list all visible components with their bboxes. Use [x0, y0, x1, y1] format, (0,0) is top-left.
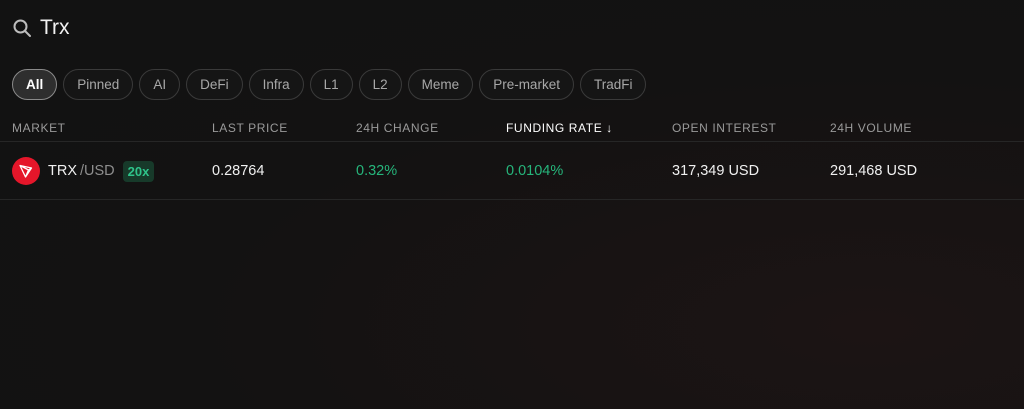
table-header: MARKET LAST PRICE 24H CHANGE FUNDING RAT… [0, 112, 1024, 142]
market-base-symbol: TRX [48, 163, 77, 179]
filter-chip-meme[interactable]: Meme [407, 69, 474, 100]
column-header-24h-change[interactable]: 24H CHANGE [356, 121, 439, 135]
filter-chip-tradfi[interactable]: TradFi [579, 69, 647, 100]
funding-rate-value: 0.0104% [506, 163, 564, 179]
tron-icon [12, 157, 40, 185]
filter-chip-l1[interactable]: L1 [309, 69, 353, 100]
markets-page: All Pinned AI DeFi Infra L1 L2 Meme Pre-… [0, 0, 1024, 409]
last-price-value: 0.28764 [212, 163, 265, 179]
filter-chip-l2[interactable]: L2 [358, 69, 402, 100]
open-interest-value: 317,349 USD [672, 163, 760, 179]
market-cell[interactable]: TRX /USD 20x [12, 157, 155, 185]
filter-chip-pinned[interactable]: Pinned [63, 69, 134, 100]
filter-chip-ai[interactable]: AI [139, 69, 181, 100]
market-quote-symbol: /USD [80, 163, 115, 179]
filter-chip-pre-market[interactable]: Pre-market [479, 69, 574, 100]
column-header-open-interest[interactable]: OPEN INTEREST [672, 121, 776, 135]
column-header-24h-volume[interactable]: 24H VOLUME [830, 121, 912, 135]
leverage-badge: 20x [122, 160, 155, 182]
search-icon [12, 18, 32, 38]
filter-chips: All Pinned AI DeFi Infra L1 L2 Meme Pre-… [12, 69, 647, 100]
column-header-last-price[interactable]: LAST PRICE [212, 121, 288, 135]
search-input[interactable] [40, 14, 340, 42]
filter-chip-defi[interactable]: DeFi [186, 69, 243, 100]
filter-chip-infra[interactable]: Infra [248, 69, 304, 100]
24h-volume-value: 291,468 USD [830, 163, 918, 179]
column-header-market[interactable]: MARKET [12, 121, 66, 135]
filter-chip-all[interactable]: All [12, 69, 58, 100]
search-bar[interactable] [12, 14, 340, 42]
table-row[interactable]: TRX /USD 20x 0.28764 0.32% 0.0104% 317,3… [0, 142, 1024, 200]
column-header-funding-rate[interactable]: FUNDING RATE ↓ [506, 121, 613, 135]
markets-table: MARKET LAST PRICE 24H CHANGE FUNDING RAT… [0, 112, 1024, 200]
24h-change-value: 0.32% [356, 163, 398, 179]
